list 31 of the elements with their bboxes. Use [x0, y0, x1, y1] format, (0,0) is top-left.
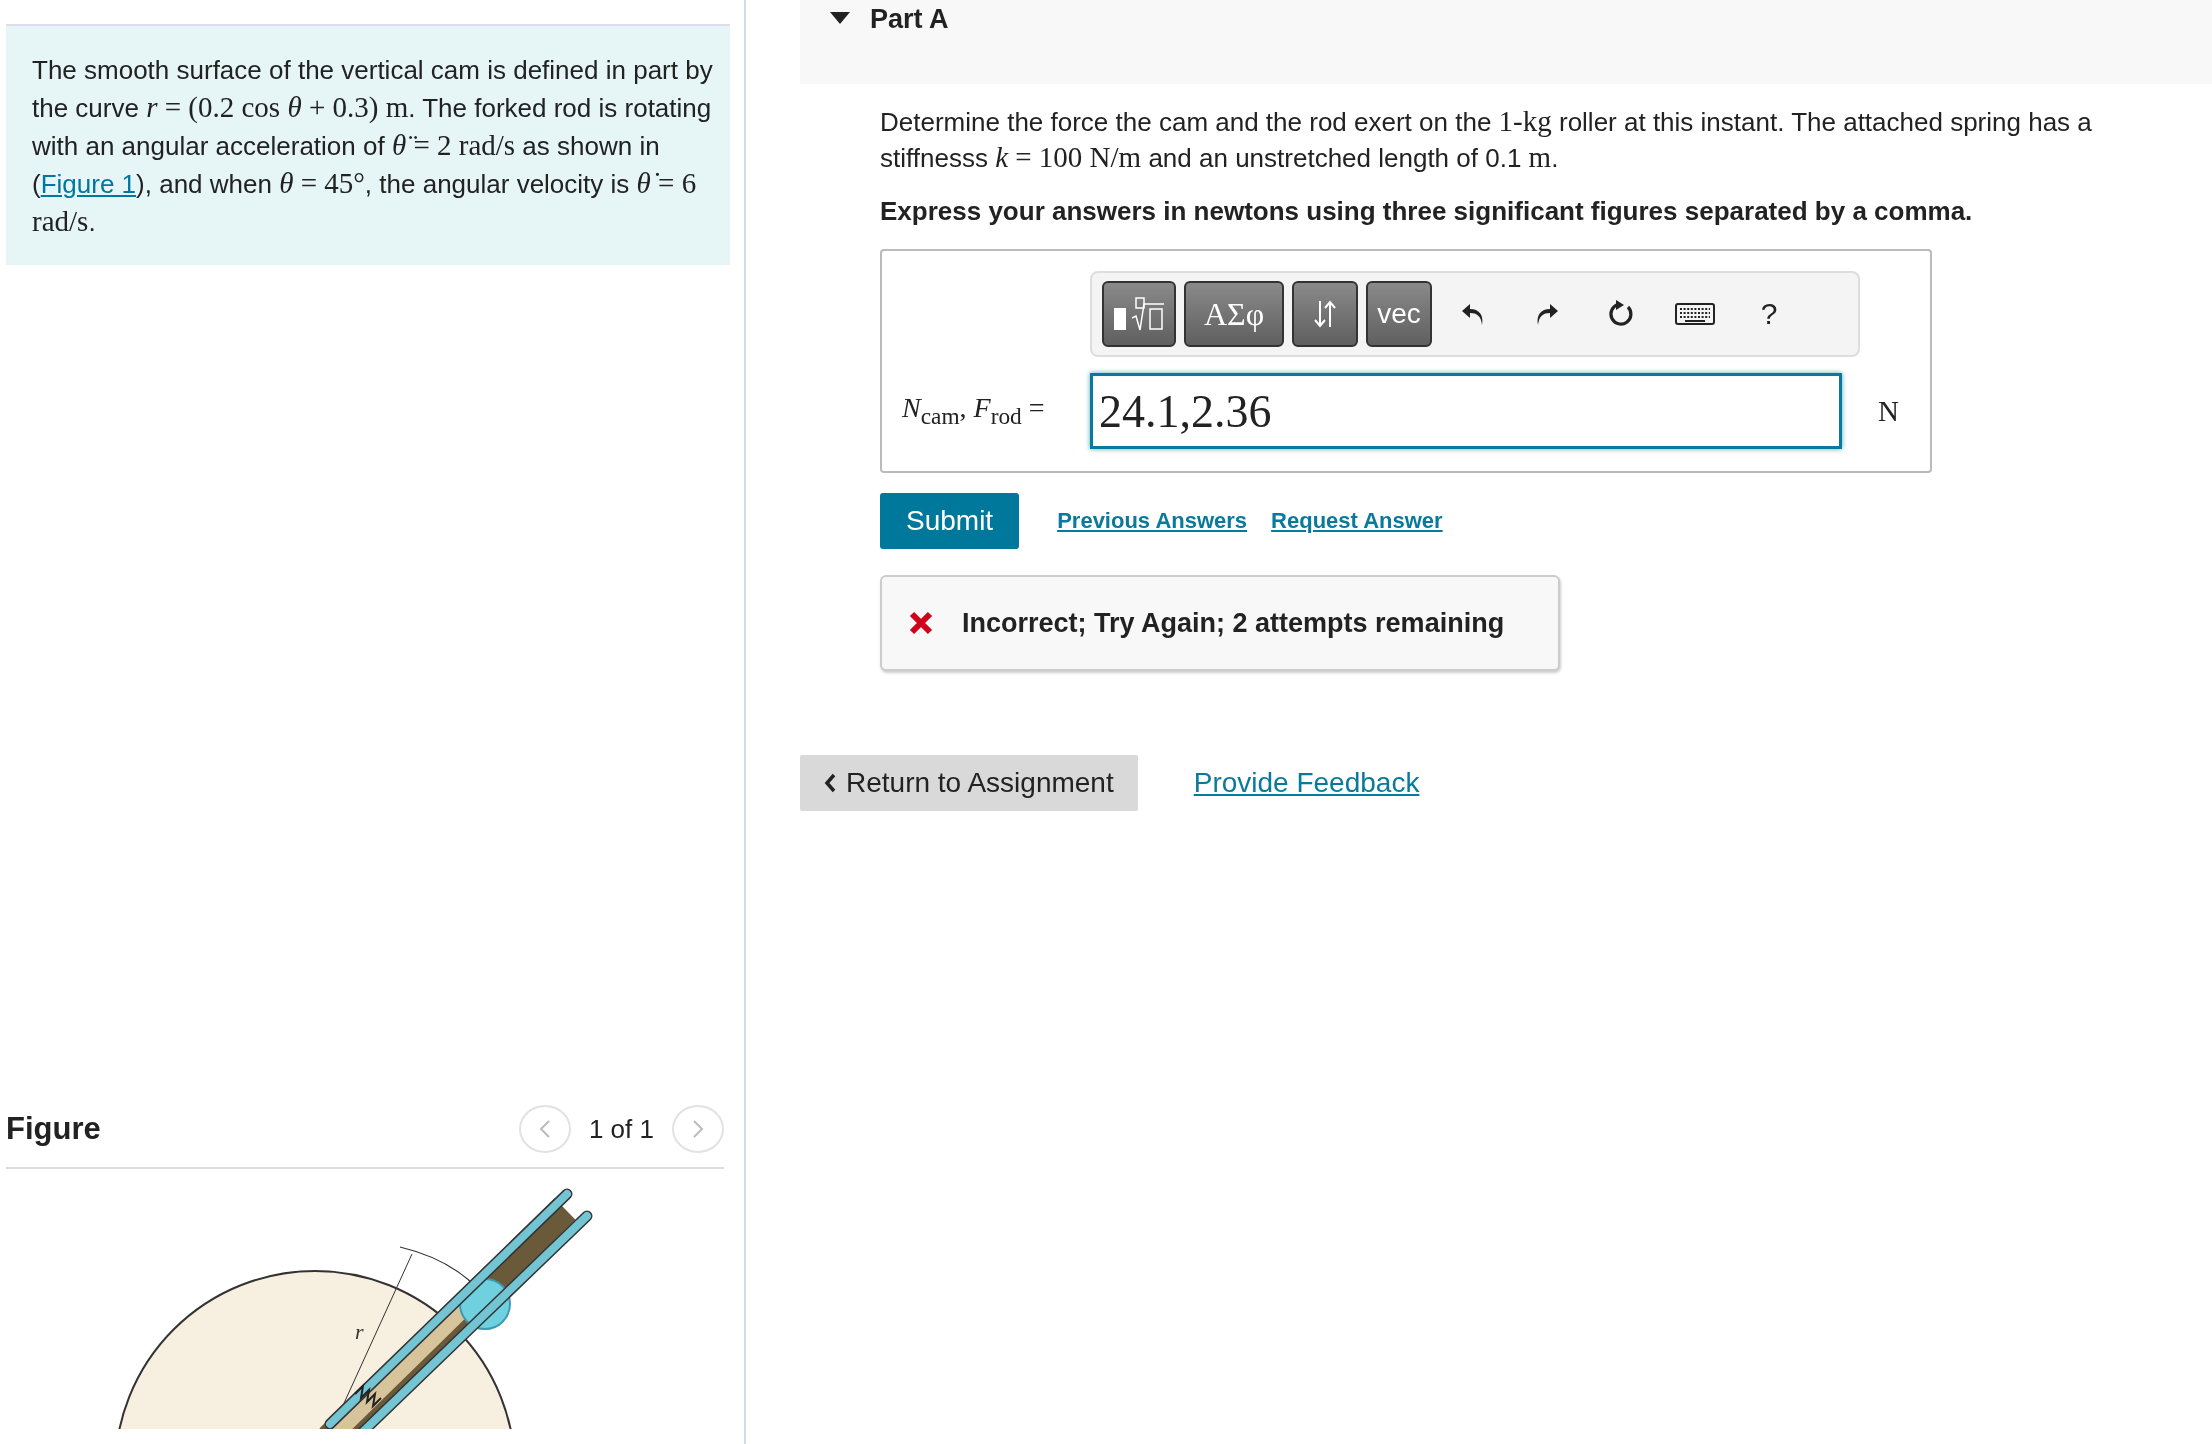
- templates-button[interactable]: [1102, 281, 1176, 347]
- vector-button[interactable]: vec: [1366, 281, 1432, 347]
- arrows-button[interactable]: [1292, 281, 1358, 347]
- answer-field[interactable]: 24.1,2.36: [1090, 373, 1842, 449]
- answer-link[interactable]: Previous Answers: [1057, 508, 1248, 534]
- question-text: Determine the force the cam and the rod exert on the 1-kg roller at this instant. The attached spring has a stiffnesss k = 100 N/m and an unstretched length of 0.1 m.: [880, 104, 2093, 175]
- symbols-button[interactable]: ΑΣφ: [1184, 281, 1284, 347]
- problem-text: The smooth surface of the vertical cam is defined in part by the curve r = (0.2 cos θ + 0.3) m. The forked rod is rotating with an angular acceleration of θ̈ = 2 rad/s as shown in (Figure 1), and when θ = 45°, the angular velocity is θ̇ = 6 rad/s.: [6, 24, 730, 265]
- submit-button[interactable]: Submit: [880, 493, 1020, 549]
- expand-triangle-icon[interactable]: [830, 12, 850, 24]
- chevron-left-icon: [538, 1119, 551, 1139]
- instruction-text: Express your answers in newtons using three significant figures separated by a comma.: [880, 196, 1974, 227]
- figure-link[interactable]: Figure 1: [40, 169, 137, 199]
- figure-label: r: [355, 1319, 364, 1344]
- keyboard-icon: [1675, 303, 1715, 325]
- chevron-right-icon: [692, 1119, 704, 1139]
- part-header[interactable]: Part A: [800, 0, 2212, 84]
- unit-label: N: [1878, 394, 1899, 428]
- answer-label: N$_{cam}$, F$_{rod}$ =: [902, 392, 1046, 430]
- feedback-text: Incorrect; Try Again; 2 attempts remaining: [962, 607, 1505, 639]
- figure-title: Figure: [6, 1111, 101, 1147]
- part-title: Part A: [870, 4, 949, 35]
- feedback-link[interactable]: Provide Feedback: [1193, 767, 1420, 799]
- help-button[interactable]: ?: [1736, 281, 1802, 347]
- templates-icon: [1112, 296, 1166, 332]
- page-counter: 1 of 1: [588, 1113, 654, 1145]
- answer-link[interactable]: Request Answer: [1271, 508, 1443, 534]
- up-down-arrows-icon: [1313, 299, 1337, 329]
- cross-icon: [908, 610, 934, 636]
- chevron-left-icon: [824, 773, 836, 793]
- return-button[interactable]: Return to Assignment: [800, 755, 1138, 811]
